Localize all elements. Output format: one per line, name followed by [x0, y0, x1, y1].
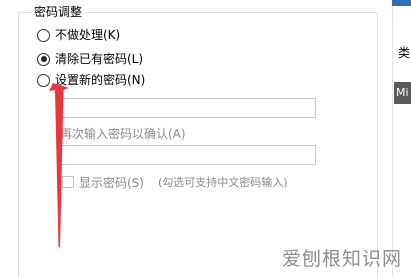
- annotation-arrow: [49, 83, 69, 247]
- arrow-icon: [49, 83, 69, 247]
- watermark: 爱刨根知识网: [282, 248, 403, 270]
